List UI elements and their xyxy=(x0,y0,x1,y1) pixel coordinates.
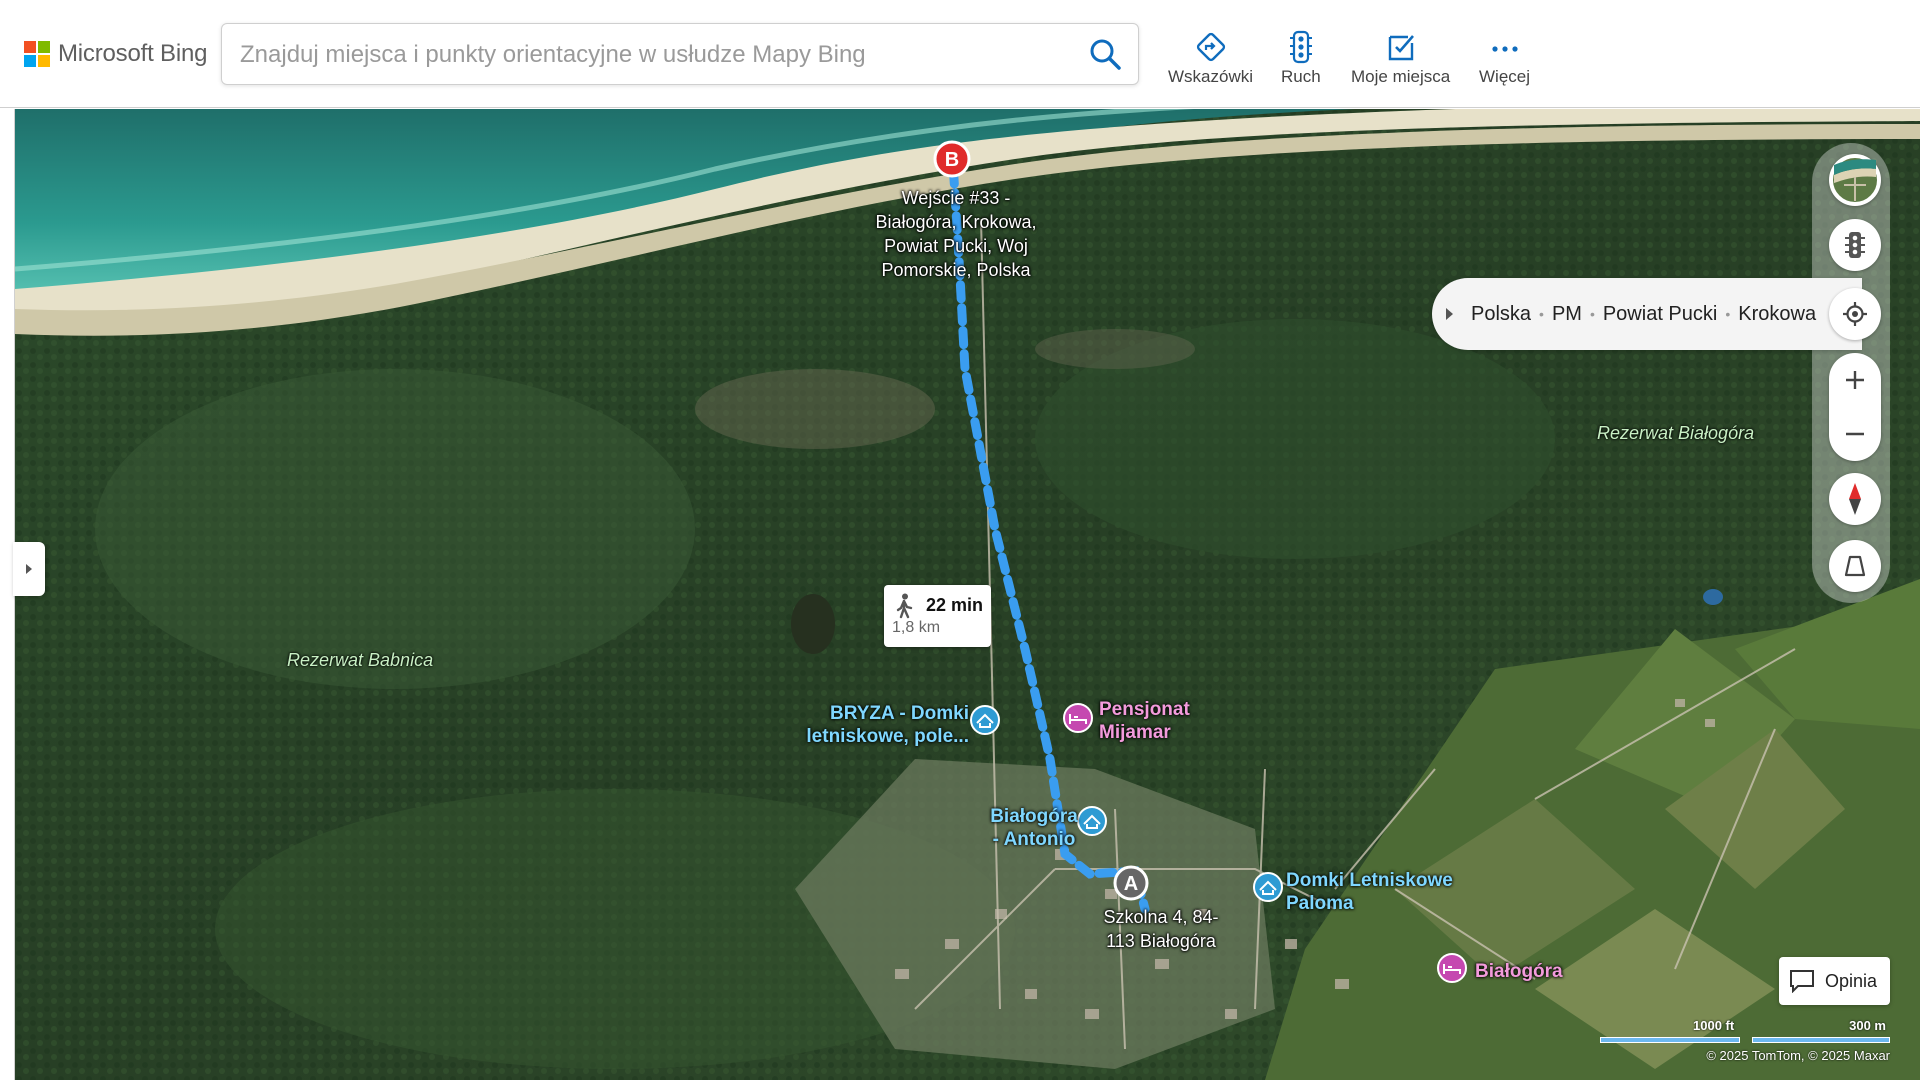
locate-icon xyxy=(1843,302,1867,326)
end-address-line: Wejście #33 - xyxy=(901,188,1011,208)
scale-bar-metric xyxy=(1752,1037,1890,1043)
end-address-label: Wejście #33 - Białogóra, Krokowa, Powiat… xyxy=(846,186,1066,282)
lodging-pin-icon[interactable] xyxy=(1252,871,1284,911)
my-places-icon xyxy=(1388,35,1414,61)
poi-label-line: Białogóra xyxy=(990,806,1078,827)
route-duration: 22 min xyxy=(926,595,984,615)
lodging-pin-icon[interactable] xyxy=(969,704,1001,744)
breadcrumb-separator: • xyxy=(1725,306,1731,322)
tilt-view-button[interactable] xyxy=(1829,540,1881,592)
copyright-text: © 2025 TomTom, © 2025 Maxar xyxy=(1706,1048,1890,1063)
poi-label-mijamar[interactable]: Pensjonat Mijamar xyxy=(1099,698,1190,744)
poi-label-bialogora[interactable]: Białogóra xyxy=(1475,960,1563,983)
scale-bar-imperial xyxy=(1600,1037,1740,1043)
nav-traffic-label: Ruch xyxy=(1281,67,1321,86)
feedback-button[interactable]: Opinia xyxy=(1779,957,1890,1005)
poi-label-line: BRYZA - Domki xyxy=(830,703,969,724)
end-address-line: Pomorskie, Polska xyxy=(881,260,1031,280)
poi-label-bryza[interactable]: BRYZA - Domki letniskowe, pole... xyxy=(803,702,969,748)
marker-a-letter: A xyxy=(1124,873,1138,895)
tilt-icon xyxy=(1844,555,1866,577)
directions-icon xyxy=(1196,32,1225,62)
start-address-line: 113 Białogóra xyxy=(1106,931,1216,951)
compass-icon xyxy=(1849,483,1861,515)
nav-directions[interactable]: Wskazówki xyxy=(1168,30,1253,87)
feedback-label: Opinia xyxy=(1825,970,1878,991)
zoom-out-button[interactable] xyxy=(1829,407,1881,461)
poi-label-line: Domki Letniskowe xyxy=(1286,870,1453,891)
search-icon xyxy=(1090,39,1121,70)
breadcrumb-separator: • xyxy=(1589,306,1595,322)
zoom-controls xyxy=(1829,353,1881,461)
poi-label-paloma[interactable]: Domki Letniskowe Paloma xyxy=(1286,869,1453,915)
search-input[interactable] xyxy=(238,24,1072,86)
route-distance: 1,8 km xyxy=(892,619,941,636)
nav-directions-label: Wskazówki xyxy=(1168,67,1254,86)
reserve-label-east: Rezerwat Białogóra xyxy=(1597,423,1755,443)
traffic-toggle-button[interactable] xyxy=(1829,219,1881,271)
nav-more-label: Więcej xyxy=(1479,67,1531,86)
route-summary-card[interactable]: 22 min 1,8 km xyxy=(884,585,991,647)
chevron-right-icon xyxy=(26,564,32,574)
end-address-line: Białogóra, Krokowa, xyxy=(875,212,1037,232)
marker-b-letter: B xyxy=(945,149,959,171)
nav-my-places[interactable]: Moje miejsca xyxy=(1351,30,1450,87)
expand-panel-button[interactable] xyxy=(13,542,45,596)
hotel-pin-icon[interactable] xyxy=(1062,702,1094,742)
walking-icon xyxy=(896,593,913,619)
search-box xyxy=(221,23,1139,86)
hotel-pin-icon[interactable] xyxy=(1436,952,1468,992)
brand-name: Microsoft Bing xyxy=(58,40,208,67)
aerial-view-thumbnail-icon xyxy=(1831,156,1879,204)
top-bar: Microsoft Bing Wskazówki Ruch xyxy=(0,0,1920,108)
nav-more[interactable]: Więcej xyxy=(1479,30,1530,87)
bing-logo[interactable]: Microsoft Bing xyxy=(24,40,207,68)
minus-icon xyxy=(1846,432,1864,436)
start-address-line: Szkolna 4, 84- xyxy=(1103,907,1219,927)
reserve-label-west: Rezerwat Babnica xyxy=(287,650,434,670)
map-style-button[interactable] xyxy=(1829,154,1881,206)
zoom-in-button[interactable] xyxy=(1829,353,1881,407)
more-icon xyxy=(1491,46,1518,52)
traffic-light-icon xyxy=(1289,30,1312,64)
poi-label-line: letniskowe, pole... xyxy=(806,726,969,747)
map-scale: 1000 ft 300 m xyxy=(1600,1018,1890,1048)
poi-label-line: Pensjonat xyxy=(1099,699,1190,720)
breadcrumb-item-county[interactable]: Powiat Pucki xyxy=(1603,303,1718,326)
search-button[interactable] xyxy=(1088,37,1122,71)
compass-button[interactable] xyxy=(1829,473,1881,525)
breadcrumb-expand-icon[interactable] xyxy=(1446,308,1453,320)
end-address-line: Powiat Pucki, Woj xyxy=(884,236,1028,256)
feedback-icon xyxy=(1790,970,1814,993)
scale-imperial: 1000 ft xyxy=(1693,1018,1735,1033)
breadcrumb-item-region[interactable]: PM xyxy=(1552,303,1582,326)
poi-label-line: Mijamar xyxy=(1099,722,1171,743)
location-breadcrumb: Polska • PM • Powiat Pucki • Krokowa xyxy=(1432,278,1862,350)
microsoft-logo-icon xyxy=(24,41,50,67)
traffic-light-icon xyxy=(1845,232,1865,258)
scale-metric: 300 m xyxy=(1849,1018,1886,1033)
poi-label-line: - Antonio xyxy=(992,829,1076,850)
breadcrumb-item-country[interactable]: Polska xyxy=(1471,303,1531,326)
poi-label-line: Paloma xyxy=(1286,893,1354,914)
route-start-marker[interactable]: A xyxy=(1111,863,1151,903)
nav-traffic[interactable]: Ruch xyxy=(1281,30,1321,87)
route-end-marker[interactable]: B xyxy=(932,139,972,179)
poi-label-antonio[interactable]: Białogóra - Antonio xyxy=(984,805,1084,851)
breadcrumb-item-municipality[interactable]: Krokowa xyxy=(1738,303,1816,326)
locate-me-button[interactable] xyxy=(1829,288,1881,340)
plus-icon xyxy=(1846,371,1864,389)
start-address-label: Szkolna 4, 84- 113 Białogóra xyxy=(1086,905,1236,953)
nav-my-places-label: Moje miejsca xyxy=(1351,67,1451,86)
breadcrumb-separator: • xyxy=(1539,306,1544,322)
